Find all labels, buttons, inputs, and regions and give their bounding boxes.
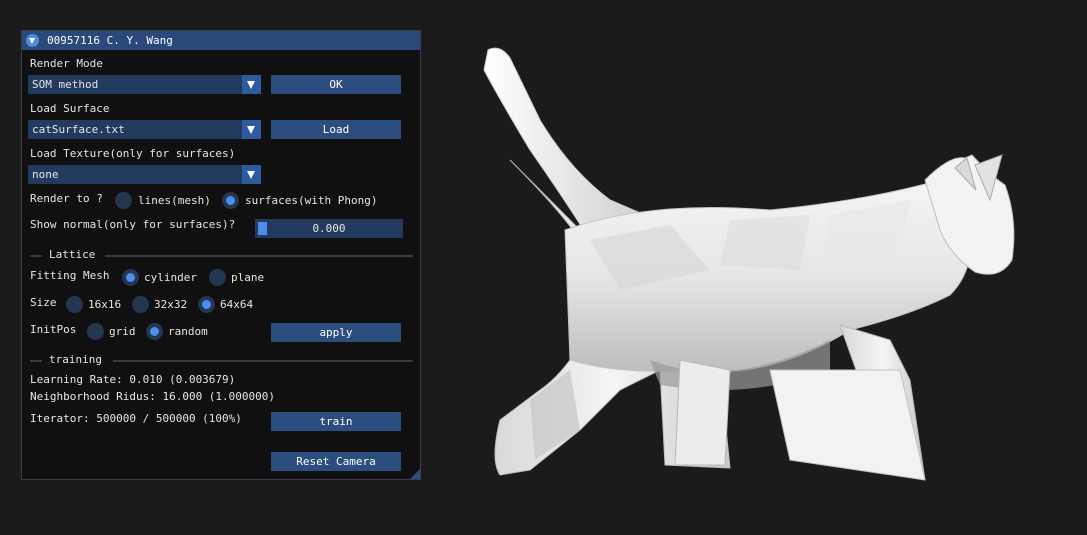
panel-title: 00957116 C. Y. Wang (47, 34, 173, 47)
fitting-mesh-plane-radio[interactable] (209, 269, 226, 286)
load-texture-label: Load Texture(only for surfaces) (30, 147, 236, 160)
render-to-lines-label: lines(mesh) (138, 194, 211, 207)
size-32-radio[interactable] (132, 296, 149, 313)
render-to-surfaces-radio[interactable] (222, 192, 239, 209)
apply-button[interactable]: apply (271, 323, 401, 342)
control-panel: 00957116 C. Y. Wang Render Mode SOM meth… (21, 30, 421, 480)
render-mode-label: Render Mode (30, 57, 103, 70)
show-normal-label: Show normal(only for surfaces)? (30, 218, 236, 231)
load-surface-select[interactable]: catSurface.txt (28, 120, 261, 139)
size-32-label: 32x32 (154, 298, 188, 311)
chevron-down-icon[interactable] (242, 120, 261, 139)
render-mode-select[interactable]: SOM method (28, 75, 261, 94)
render-mode-value: SOM method (32, 78, 99, 91)
lattice-header: Lattice (49, 248, 96, 261)
init-pos-random-radio[interactable] (146, 323, 163, 340)
init-pos-grid-label: grid (109, 325, 136, 338)
render-to-surfaces-label: surfaces(with Phong) (245, 194, 378, 207)
chevron-down-icon[interactable] (242, 165, 261, 184)
size-16-label: 16x16 (88, 298, 122, 311)
fitting-mesh-plane-label: plane (231, 271, 265, 284)
training-header: training (49, 353, 102, 366)
learning-rate-text: Learning Rate: 0.010 (0.003679) (30, 373, 236, 386)
render-to-label: Render to ? (30, 192, 103, 205)
load-texture-value: none (32, 168, 59, 181)
size-64-label: 64x64 (220, 298, 254, 311)
fitting-mesh-cylinder-label: cylinder (144, 271, 197, 284)
init-pos-label: InitPos (30, 323, 77, 336)
resize-grip-icon[interactable] (410, 469, 420, 479)
size-label: Size (30, 296, 57, 309)
ok-button[interactable]: OK (271, 75, 401, 94)
neighborhood-radius-text: Neighborhood Ridus: 16.000 (1.000000) (30, 390, 276, 403)
size-64-radio[interactable] (198, 296, 215, 313)
load-button[interactable]: Load (271, 120, 401, 139)
separator-line (30, 255, 42, 257)
collapse-arrow-icon[interactable] (26, 34, 39, 47)
render-to-lines-radio[interactable] (115, 192, 132, 209)
show-normal-value: 0.000 (312, 222, 346, 235)
separator-line (105, 255, 413, 257)
load-surface-value: catSurface.txt (32, 123, 125, 136)
show-normal-slider[interactable]: 0.000 (255, 219, 403, 238)
fitting-mesh-cylinder-radio[interactable] (122, 269, 139, 286)
init-pos-grid-radio[interactable] (87, 323, 104, 340)
chevron-down-icon[interactable] (242, 75, 261, 94)
separator-line (30, 360, 42, 362)
load-texture-select[interactable]: none (28, 165, 261, 184)
iterator-text: Iterator: 500000 / 500000 (100%) (30, 412, 242, 425)
fitting-mesh-label: Fitting Mesh (30, 269, 110, 282)
size-16-radio[interactable] (66, 296, 83, 313)
load-surface-label: Load Surface (30, 102, 110, 115)
cat-surface-render[interactable] (470, 40, 1030, 490)
panel-titlebar[interactable]: 00957116 C. Y. Wang (22, 31, 420, 50)
train-button[interactable]: train (271, 412, 401, 431)
init-pos-random-label: random (168, 325, 208, 338)
separator-line (113, 360, 413, 362)
reset-camera-button[interactable]: Reset Camera (271, 452, 401, 471)
